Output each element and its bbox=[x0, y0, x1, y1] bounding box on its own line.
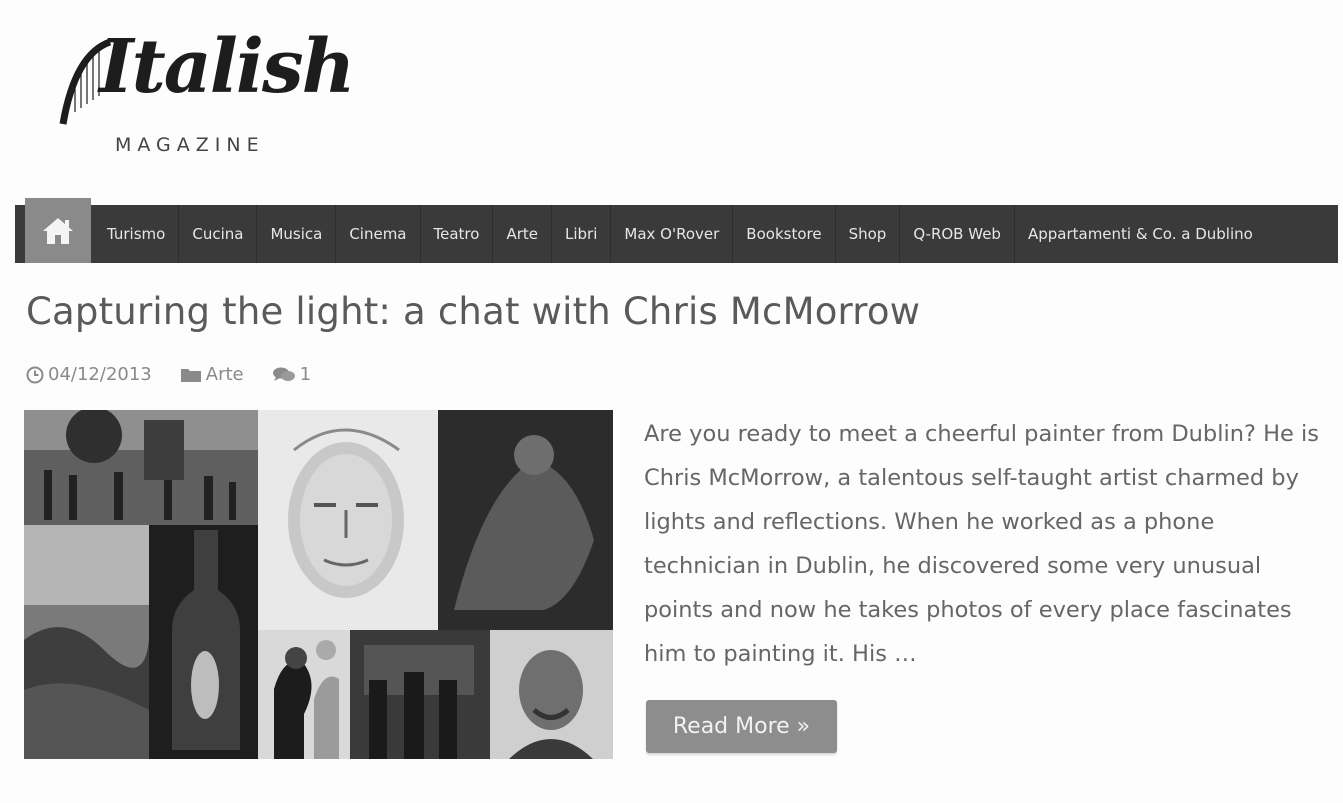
post-excerpt: Are you ready to meet a cheerful painter… bbox=[644, 421, 1319, 667]
clock-icon bbox=[26, 366, 44, 383]
post-category-text[interactable]: Arte bbox=[206, 364, 244, 385]
read-more-button[interactable]: Read More » bbox=[646, 700, 837, 753]
nav-item-appartamenti[interactable]: Appartamenti & Co. a Dublino bbox=[1015, 205, 1266, 263]
logo-script-text: Italish bbox=[99, 24, 355, 110]
logo-subtitle: MAGAZINE bbox=[115, 134, 265, 156]
post-title[interactable]: Capturing the light: a chat with Chris M… bbox=[26, 290, 920, 333]
home-icon bbox=[43, 217, 73, 244]
nav-item-cinema[interactable]: Cinema bbox=[336, 205, 421, 263]
nav-item-arte[interactable]: Arte bbox=[493, 205, 552, 263]
nav-item-teatro[interactable]: Teatro bbox=[421, 205, 494, 263]
nav-item-cucina[interactable]: Cucina bbox=[179, 205, 258, 263]
nav-item-shop[interactable]: Shop bbox=[836, 205, 901, 263]
home-button[interactable] bbox=[25, 198, 91, 263]
comments-icon bbox=[272, 367, 295, 381]
main-nav: Turismo Cucina Musica Cinema Teatro Arte… bbox=[15, 198, 1338, 263]
nav-item-bookstore[interactable]: Bookstore bbox=[733, 205, 836, 263]
post-comments-count[interactable]: 1 bbox=[300, 364, 311, 385]
post-date-text: 04/12/2013 bbox=[48, 364, 152, 385]
post-meta: 04/12/2013 Arte 1 bbox=[26, 364, 339, 385]
post-date: 04/12/2013 bbox=[26, 364, 152, 385]
nav-item-max-orover[interactable]: Max O'Rover bbox=[611, 205, 734, 263]
nav-item-turismo[interactable]: Turismo bbox=[91, 205, 180, 263]
folder-icon bbox=[180, 368, 201, 382]
post-comments[interactable]: 1 bbox=[272, 364, 311, 385]
nav-item-musica[interactable]: Musica bbox=[257, 205, 337, 263]
post-category[interactable]: Arte bbox=[180, 364, 244, 385]
post-thumbnail[interactable] bbox=[24, 410, 613, 759]
site-logo[interactable]: Italish MAGAZINE bbox=[55, 30, 355, 165]
nav-item-qrob-web[interactable]: Q-ROB Web bbox=[900, 205, 1015, 263]
nav-item-libri[interactable]: Libri bbox=[552, 205, 612, 263]
